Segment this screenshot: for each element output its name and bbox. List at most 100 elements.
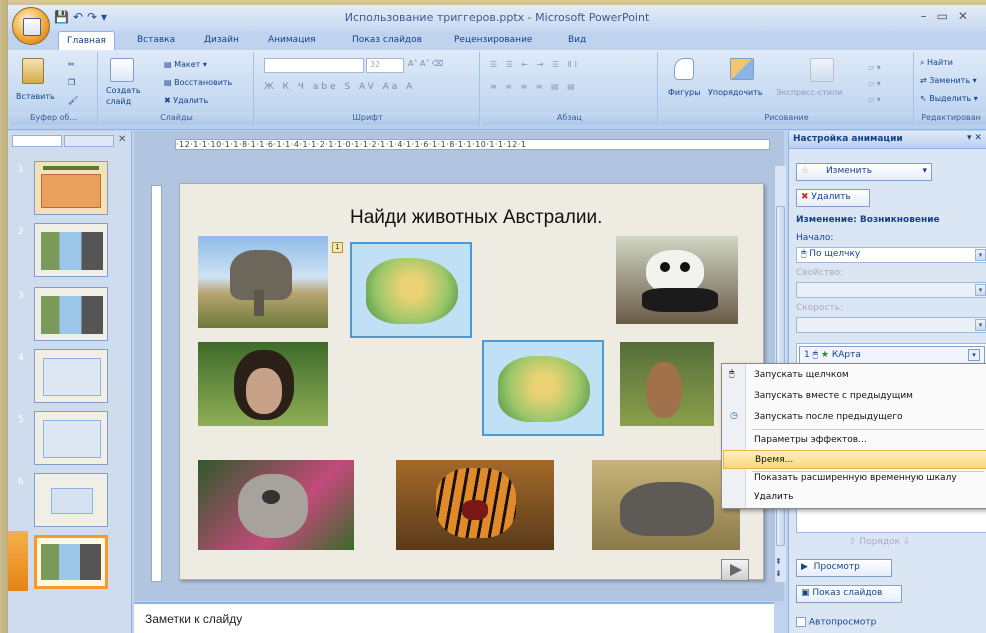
slide-title[interactable]: Найди животных Австралии. bbox=[350, 207, 650, 229]
menu-item-start-on-click[interactable]: 🖱 Запускать щелчком bbox=[723, 366, 986, 385]
quick-styles-icon[interactable] bbox=[810, 58, 834, 82]
group-font: 32 A˄ A˅ ⌫ Ж К Ч abe S AV Aa A Шрифт bbox=[256, 52, 480, 126]
next-slide-icon[interactable]: ⇟ bbox=[775, 570, 782, 578]
start-dropdown-icon[interactable]: ▾ bbox=[975, 249, 986, 261]
paste-button[interactable]: Вставить bbox=[16, 92, 55, 101]
move-down-icon[interactable]: ⇩ bbox=[903, 537, 911, 547]
speed-combo[interactable]: ▾ bbox=[796, 317, 986, 333]
quick-styles-button[interactable]: Экспресс-стили bbox=[776, 88, 842, 97]
vertical-ruler bbox=[151, 185, 162, 582]
kangaroo-picture[interactable] bbox=[620, 342, 714, 426]
tab-slideshow[interactable]: Показ слайдов bbox=[352, 35, 422, 45]
prev-slide-icon[interactable]: ⇞ bbox=[775, 558, 782, 566]
rhinoceros-picture[interactable] bbox=[592, 460, 740, 550]
play-icon bbox=[730, 564, 742, 576]
find-button[interactable]: ⌕ Найти bbox=[920, 58, 953, 68]
outline-tab[interactable] bbox=[64, 135, 114, 147]
menu-item-effect-options[interactable]: Параметры эффектов... bbox=[723, 431, 986, 450]
list-item-dropdown-icon[interactable]: ▾ bbox=[968, 349, 980, 361]
start-combo[interactable]: 🖱 По щелчку ▾ bbox=[796, 247, 986, 263]
shapes-button[interactable]: Фигуры bbox=[668, 88, 700, 97]
thumb-number-3: 3 bbox=[18, 291, 24, 301]
menu-item-start-with-previous[interactable]: Запускать вместе с предыдущим bbox=[723, 387, 986, 406]
arrange-button[interactable]: Упорядочить bbox=[708, 88, 763, 97]
slide-canvas[interactable]: Найди животных Австралии. 1 bbox=[179, 183, 764, 581]
australia-map-picture-2[interactable] bbox=[482, 340, 604, 436]
menu-item-label: Параметры эффектов... bbox=[754, 435, 867, 445]
task-pane-menu-icon[interactable]: ▾ ✕ bbox=[967, 133, 982, 143]
office-button[interactable] bbox=[12, 7, 50, 45]
move-up-icon[interactable]: ⇧ bbox=[849, 537, 857, 547]
tab-design[interactable]: Дизайн bbox=[204, 35, 239, 45]
property-combo[interactable]: ▾ bbox=[796, 282, 986, 298]
slide-thumbnail-5[interactable] bbox=[34, 411, 108, 465]
replace-button[interactable]: ⇄ Заменить ▾ bbox=[920, 76, 977, 85]
panda-picture[interactable] bbox=[616, 236, 738, 324]
group-label-clipboard: Буфер об... bbox=[10, 113, 97, 125]
font-name-field[interactable] bbox=[264, 58, 364, 73]
slide-thumbnail-6[interactable] bbox=[34, 473, 108, 527]
change-effect-label: Изменить bbox=[825, 166, 873, 176]
start-label: Начало: bbox=[796, 233, 834, 243]
menu-item-start-after-previous[interactable]: ◷ Запускать после предыдущего bbox=[723, 408, 986, 427]
cut-icon[interactable]: ✂ bbox=[68, 60, 75, 69]
slides-tab[interactable] bbox=[12, 135, 62, 147]
new-slide-label-1[interactable]: Создать bbox=[106, 86, 141, 95]
notes-pane[interactable]: Заметки к слайду bbox=[134, 602, 774, 633]
reset-button[interactable]: ▤ Восстановить bbox=[164, 78, 232, 87]
context-menu: 🖱 Запускать щелчком Запускать вместе с п… bbox=[721, 363, 986, 509]
koala-picture[interactable] bbox=[198, 460, 354, 550]
clock-icon: ◷ bbox=[730, 411, 738, 421]
slide-thumbnail-1[interactable] bbox=[34, 161, 108, 215]
window-controls[interactable]: –▭✕ bbox=[921, 9, 978, 23]
close-pane-icon[interactable]: ✕ bbox=[118, 134, 126, 145]
play-button[interactable] bbox=[721, 559, 749, 581]
elephant-picture[interactable] bbox=[198, 236, 328, 328]
tab-view[interactable]: Вид bbox=[568, 35, 586, 45]
autopreview-check-icon[interactable] bbox=[796, 617, 806, 627]
new-slide-icon[interactable] bbox=[110, 58, 134, 82]
align-buttons[interactable]: ≡ ≡ ≡ ≡ ▤ ▤ bbox=[490, 82, 578, 91]
preview-button[interactable]: ▶ Просмотр bbox=[796, 559, 892, 577]
tab-review[interactable]: Рецензирование bbox=[454, 35, 532, 45]
shape-fill-buttons[interactable]: ▱ ▾ ▱ ▾ ▱ ▾ bbox=[868, 60, 881, 108]
menu-item-remove[interactable]: Удалить bbox=[723, 488, 986, 507]
chimpanzee-picture[interactable] bbox=[198, 342, 328, 426]
property-dropdown-icon: ▾ bbox=[975, 284, 986, 296]
copy-icon[interactable]: ❐ bbox=[68, 78, 75, 87]
slide-thumbnail-7[interactable] bbox=[34, 535, 108, 589]
tab-home[interactable]: Главная bbox=[58, 31, 115, 51]
change-effect-button[interactable]: ☆ Изменить ▾ bbox=[796, 163, 932, 181]
arrange-icon[interactable] bbox=[730, 58, 754, 80]
slide-thumbnail-3[interactable] bbox=[34, 287, 108, 341]
quick-access-toolbar[interactable]: 💾↶↷▾ bbox=[54, 10, 111, 24]
tab-insert[interactable]: Вставка bbox=[137, 35, 175, 45]
select-button[interactable]: ↖ Выделить ▾ bbox=[920, 94, 978, 103]
slide-thumbnail-4[interactable] bbox=[34, 349, 108, 403]
layout-button[interactable]: ▤ Макет ▾ bbox=[164, 60, 207, 69]
grow-font-icon[interactable]: A˄ A˅ ⌫ bbox=[408, 59, 443, 68]
font-format-buttons[interactable]: Ж К Ч abe S AV Aa A bbox=[264, 82, 415, 92]
menu-item-timing[interactable]: Время... bbox=[723, 450, 986, 469]
list-buttons[interactable]: ☰ ☰ ⇤ ⇥ ☰ ⅡⅠ bbox=[490, 60, 580, 69]
remove-effect-button[interactable]: ✖ Удалить bbox=[796, 189, 870, 207]
delete-slide-button[interactable]: ✖ Удалить bbox=[164, 96, 208, 105]
font-size-field[interactable]: 32 bbox=[366, 58, 404, 73]
tab-animation[interactable]: Анимация bbox=[268, 35, 316, 45]
autopreview-checkbox[interactable]: Автопросмотр bbox=[796, 617, 876, 628]
group-slides: Создать слайд ▤ Макет ▾ ▤ Восстановить ✖… bbox=[100, 52, 254, 126]
new-slide-label-2[interactable]: слайд bbox=[106, 97, 131, 106]
format-painter-icon[interactable]: 🖌 bbox=[68, 96, 78, 105]
slideshow-button[interactable]: ▣ Показ слайдов bbox=[796, 585, 902, 603]
paste-icon[interactable] bbox=[22, 58, 44, 84]
horizontal-ruler: ·12·1·1·10·1·1·8·1·1·6·1·1·4·1·1·2·1·1·0… bbox=[175, 139, 770, 150]
australia-map-picture-1[interactable] bbox=[350, 242, 472, 338]
shapes-icon[interactable] bbox=[674, 58, 694, 80]
tiger-picture[interactable] bbox=[396, 460, 554, 550]
slide-thumbnail-2[interactable] bbox=[34, 223, 108, 277]
menu-item-show-advanced-timeline[interactable]: Показать расширенную временную шкалу bbox=[723, 469, 986, 488]
selected-slide-marker bbox=[8, 531, 28, 591]
animation-list-item[interactable]: 1 🖱 ★ КАрта ▾ bbox=[799, 346, 985, 364]
reorder-label: Порядок bbox=[859, 537, 900, 547]
reorder-control[interactable]: ⇧ Порядок ⇩ bbox=[849, 537, 910, 547]
